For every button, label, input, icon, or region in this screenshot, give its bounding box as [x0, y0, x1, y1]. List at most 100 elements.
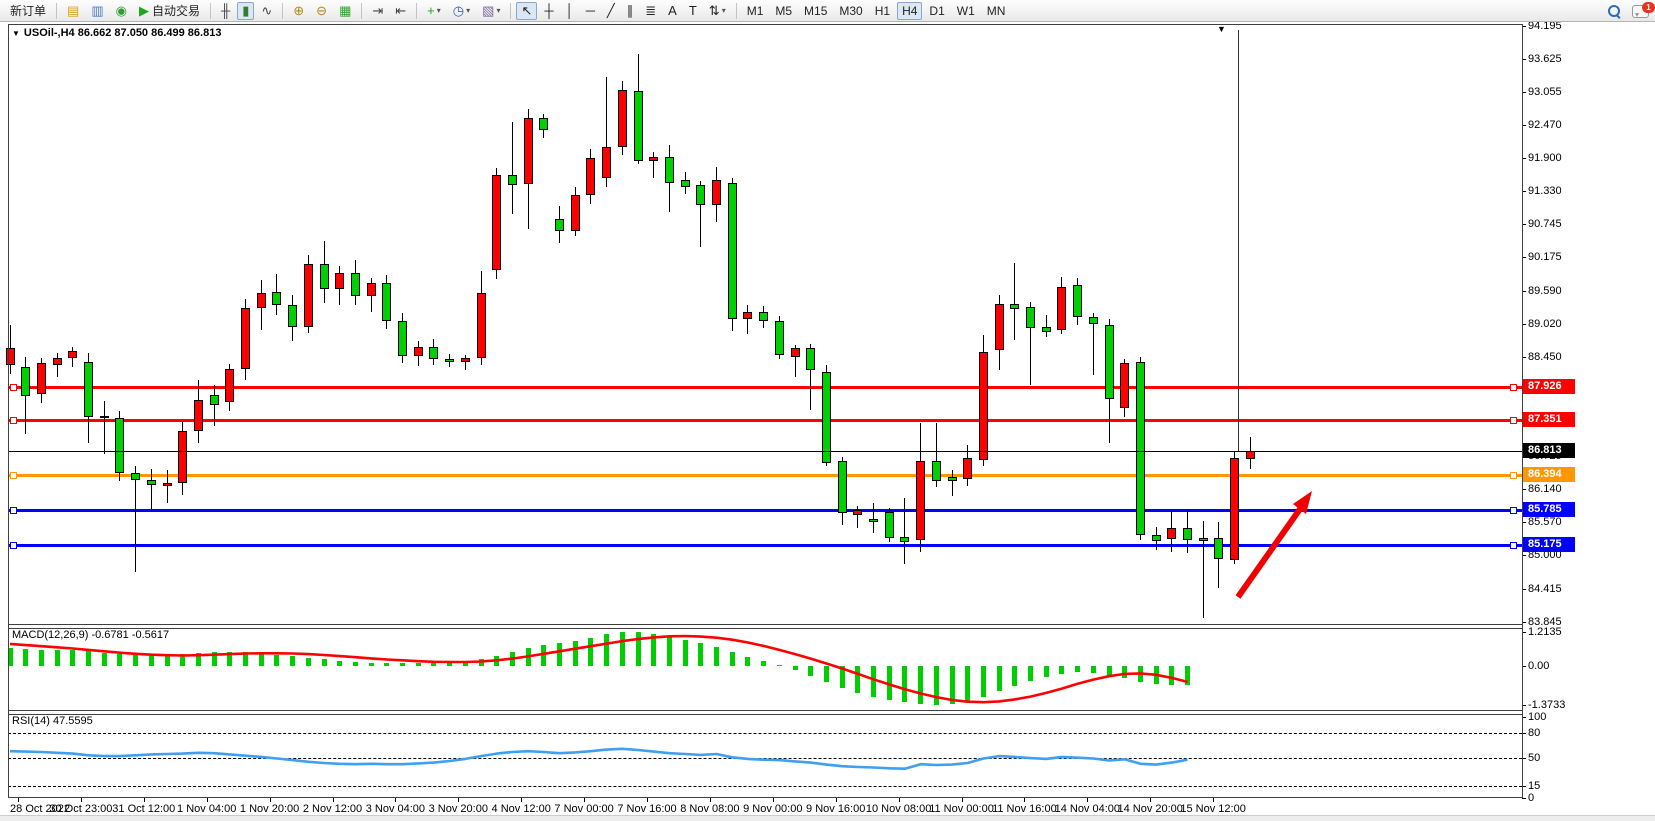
crosshair-button[interactable]: ┼ — [539, 2, 558, 20]
macd-histogram-bar — [243, 652, 248, 666]
horizontal-line[interactable] — [8, 474, 1522, 477]
periods-icon: ◷ — [453, 4, 464, 17]
line-endpoint — [1510, 384, 1517, 391]
one-click-trading-arrow[interactable]: ▼ — [12, 29, 20, 38]
vertical-line-button[interactable]: │ — [561, 2, 579, 20]
price-tick-label: 91.900 — [1528, 152, 1562, 164]
candle-body — [163, 483, 172, 486]
candle-body — [602, 147, 611, 179]
tile-windows-button[interactable]: ▦ — [334, 2, 356, 20]
search-icon[interactable] — [1608, 5, 1620, 17]
trendline-button[interactable]: ╱ — [602, 2, 620, 20]
time-label: 3 Nov 04:00 — [366, 803, 425, 815]
macd-histogram-bar — [730, 652, 735, 666]
macd-histogram-bar — [133, 655, 138, 666]
macd-histogram-bar — [777, 665, 782, 666]
timeframe-m1-button[interactable]: M1 — [742, 2, 769, 20]
candle-body — [728, 183, 737, 319]
candle-body — [1105, 325, 1114, 399]
macd-histogram-bar — [808, 666, 813, 676]
macd-tick-label: 1.2135 — [1528, 626, 1562, 638]
timeframe-m5-button[interactable]: M5 — [770, 2, 797, 20]
rsi-tick-label: 100 — [1528, 711, 1546, 723]
horizontal-line-button[interactable]: ─ — [581, 2, 600, 20]
arrows-button[interactable]: ⇅▾ — [704, 2, 731, 20]
periods-button[interactable]: ◷▾ — [448, 2, 475, 20]
bar-chart-button[interactable]: ╫ — [216, 2, 235, 20]
timeframe-mn-button[interactable]: MN — [982, 2, 1011, 20]
time-label: 1 Nov 04:00 — [177, 803, 236, 815]
cursor-button[interactable]: ↖ — [516, 2, 537, 20]
macd-histogram-bar — [117, 654, 122, 666]
macd-histogram-bar — [23, 649, 28, 666]
candle-body — [367, 283, 376, 296]
chart-shift-marker[interactable]: ▼ — [1217, 24, 1226, 34]
trend-arrow-line[interactable] — [1238, 509, 1300, 597]
market-watch-icon[interactable]: ▥ — [86, 2, 108, 20]
chart-plot[interactable]: 94.19593.62593.05592.47091.90091.33090.7… — [0, 0, 1655, 821]
zoom-out-button[interactable]: ⊖ — [311, 2, 332, 20]
horizontal-line[interactable] — [8, 509, 1522, 512]
candle-body — [1042, 327, 1051, 332]
candle-body — [586, 158, 595, 195]
text-button[interactable]: A — [663, 2, 682, 20]
auto-scroll-button[interactable]: ⇥ — [367, 2, 388, 20]
time-tick — [962, 798, 963, 802]
indicators-button[interactable]: +▾ — [422, 2, 446, 20]
chart-shift-button[interactable]: ⇤ — [390, 2, 411, 20]
line-chart-button[interactable]: ∿ — [256, 2, 277, 20]
label-button[interactable]: T — [684, 2, 702, 20]
timeframe-d1-button[interactable]: D1 — [924, 2, 949, 20]
macd-histogram-bar — [840, 666, 845, 688]
macd-histogram-bar — [290, 656, 295, 666]
time-tick — [1213, 798, 1214, 802]
auto-trading-button-label: 自动交易 — [152, 2, 200, 19]
horizontal-line[interactable] — [8, 419, 1522, 422]
line-endpoint — [1510, 542, 1517, 549]
timeframe-h1-button[interactable]: H1 — [870, 2, 895, 20]
horizontal-line[interactable] — [8, 386, 1522, 389]
timeframe-h4-button[interactable]: H4 — [897, 2, 922, 20]
time-tick — [1087, 798, 1088, 802]
candlestick-button[interactable]: ▮ — [237, 2, 254, 20]
candle-wick — [747, 305, 748, 334]
candle-body — [304, 264, 313, 327]
rsi-tick-label: 80 — [1528, 727, 1540, 739]
candle-body — [241, 308, 250, 369]
price-tag: 87.926 — [1523, 379, 1575, 394]
timeframe-m30-button[interactable]: M30 — [834, 2, 867, 20]
candle-body — [1246, 451, 1255, 460]
macd-histogram-bar — [541, 645, 546, 666]
timeframe-m15-button[interactable]: M15 — [799, 2, 832, 20]
candle-body — [1199, 538, 1208, 541]
candle-body — [838, 461, 847, 513]
macd-histogram-bar — [102, 653, 107, 666]
horizontal-line[interactable] — [8, 544, 1522, 547]
navigator-icon: ◉ — [116, 4, 127, 17]
notifications-icon[interactable]: 1 — [1632, 5, 1649, 18]
channel-button[interactable]: ∥ — [622, 2, 639, 20]
macd-histogram-bar — [871, 666, 876, 697]
toolbar-separator — [56, 3, 57, 19]
navigator-icon[interactable]: ◉ — [111, 2, 132, 20]
time-label: 30 Oct 23:00 — [49, 803, 112, 815]
candle-body — [508, 175, 517, 184]
macd-histogram-bar — [196, 653, 201, 666]
candle-body — [806, 348, 815, 369]
fibonacci-button[interactable]: ≣ — [640, 2, 661, 20]
new-order-button[interactable]: 新订单 — [5, 2, 51, 20]
auto-scroll-icon: ⇥ — [372, 4, 383, 17]
line-endpoint — [1510, 417, 1517, 424]
macd-histogram-bar — [1169, 666, 1174, 685]
templates-button[interactable]: ▧▾ — [477, 2, 505, 20]
time-tick — [899, 798, 900, 802]
time-label: 9 Nov 00:00 — [743, 803, 802, 815]
auto-trading-button[interactable]: ▶自动交易 — [134, 2, 205, 20]
macd-histogram-bar — [981, 666, 986, 697]
macd-histogram-bar — [651, 634, 656, 666]
candle-body — [398, 321, 407, 356]
pane-border — [8, 797, 1522, 798]
timeframe-w1-button[interactable]: W1 — [952, 2, 980, 20]
zoom-in-button[interactable]: ⊕ — [288, 2, 309, 20]
new-chart-icon[interactable]: ▤ — [62, 2, 84, 20]
